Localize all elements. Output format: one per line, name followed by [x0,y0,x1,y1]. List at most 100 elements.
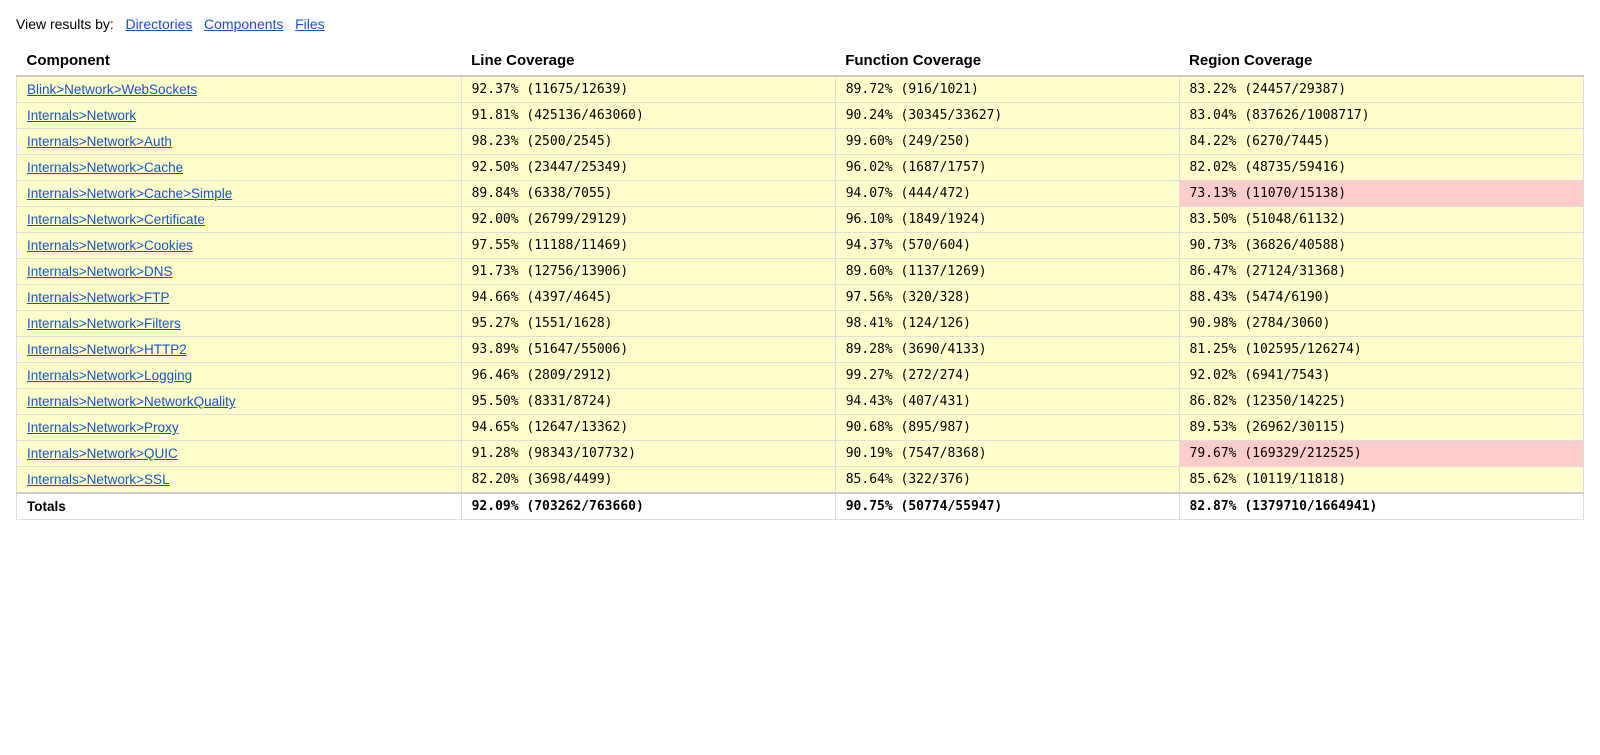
totals-row: Totals92.09% (703262/763660)90.75% (5077… [17,493,1584,520]
cell-region-coverage: 85.62% (10119/11818) [1179,467,1583,494]
cell-region-coverage: 92.02% (6941/7543) [1179,363,1583,389]
component-link[interactable]: Internals>Network>FTP [27,290,170,305]
table-row: Internals>Network>Cookies 97.55% (11188/1… [17,233,1584,259]
table-row: Internals>Network>DNS 91.73% (12756/13906… [17,259,1584,285]
component-link[interactable]: Internals>Network>Logging [27,368,192,383]
table-row: Internals>Network>FTP 94.66% (4397/4645)9… [17,285,1584,311]
cell-function-coverage: 90.68% (895/987) [835,415,1179,441]
cell-line-coverage: 82.20% (3698/4499) [461,467,835,494]
cell-line-coverage: 95.50% (8331/8724) [461,389,835,415]
header-component: Component [17,46,462,76]
cell-component: Internals>Network>Certificate [17,207,462,233]
cell-line-coverage: 91.28% (98343/107732) [461,441,835,467]
cell-line-coverage: 92.50% (23447/25349) [461,155,835,181]
components-link[interactable]: Components [204,16,283,32]
cell-line-coverage: 92.00% (26799/29129) [461,207,835,233]
cell-line-coverage: 96.46% (2809/2912) [461,363,835,389]
cell-function-coverage: 89.72% (916/1021) [835,76,1179,103]
cell-region-coverage: 86.82% (12350/14225) [1179,389,1583,415]
table-row: Internals>Network>Certificate 92.00% (267… [17,207,1584,233]
cell-function-coverage: 90.24% (30345/33627) [835,103,1179,129]
cell-function-coverage: 98.41% (124/126) [835,311,1179,337]
table-row: Internals>Network>Cache>Simple 89.84% (63… [17,181,1584,207]
cell-component: Internals>Network>Proxy [17,415,462,441]
cell-line-coverage: 97.55% (11188/11469) [461,233,835,259]
component-link[interactable]: Internals>Network>HTTP2 [27,342,187,357]
cell-function-coverage: 94.37% (570/604) [835,233,1179,259]
cell-function-coverage: 90.19% (7547/8368) [835,441,1179,467]
cell-component: Internals>Network>QUIC [17,441,462,467]
cell-component: Internals>Network>Cache>Simple [17,181,462,207]
component-link[interactable]: Internals>Network>Cache [27,160,183,175]
header-function-coverage: Function Coverage [835,46,1179,76]
cell-line-coverage: 98.23% (2500/2545) [461,129,835,155]
header-region-coverage: Region Coverage [1179,46,1583,76]
cell-line-coverage: 94.65% (12647/13362) [461,415,835,441]
component-link[interactable]: Internals>Network>Certificate [27,212,205,227]
totals-label: Totals [17,493,462,520]
cell-function-coverage: 89.60% (1137/1269) [835,259,1179,285]
cell-region-coverage: 90.73% (36826/40588) [1179,233,1583,259]
cell-function-coverage: 97.56% (320/328) [835,285,1179,311]
cell-line-coverage: 95.27% (1551/1628) [461,311,835,337]
cell-region-coverage: 81.25% (102595/126274) [1179,337,1583,363]
component-link[interactable]: Internals>Network>Cache>Simple [27,186,232,201]
table-row: Internals>Network>NetworkQuality 95.50% (… [17,389,1584,415]
component-link[interactable]: Internals>Network [27,108,136,123]
cell-region-coverage: 88.43% (5474/6190) [1179,285,1583,311]
totals-region-coverage: 82.87% (1379710/1664941) [1179,493,1583,520]
view-results-label: View results by: [16,16,114,32]
cell-line-coverage: 89.84% (6338/7055) [461,181,835,207]
cell-function-coverage: 96.02% (1687/1757) [835,155,1179,181]
component-link[interactable]: Internals>Network>SSL [27,472,170,487]
directories-link[interactable]: Directories [125,16,192,32]
table-row: Internals>Network>Proxy 94.65% (12647/133… [17,415,1584,441]
component-link[interactable]: Internals>Network>Auth [27,134,172,149]
cell-function-coverage: 96.10% (1849/1924) [835,207,1179,233]
cell-function-coverage: 94.43% (407/431) [835,389,1179,415]
component-link[interactable]: Internals>Network>QUIC [27,446,178,461]
cell-component: Internals>Network>Logging [17,363,462,389]
cell-region-coverage: 86.47% (27124/31368) [1179,259,1583,285]
component-link[interactable]: Internals>Network>Cookies [27,238,193,253]
cell-function-coverage: 85.64% (322/376) [835,467,1179,494]
table-row: Internals>Network>QUIC 91.28% (98343/1077… [17,441,1584,467]
totals-line-coverage: 92.09% (703262/763660) [461,493,835,520]
cell-region-coverage: 84.22% (6270/7445) [1179,129,1583,155]
cell-region-coverage: 83.50% (51048/61132) [1179,207,1583,233]
coverage-table: Component Line Coverage Function Coverag… [16,46,1584,520]
cell-region-coverage: 83.04% (837626/1008717) [1179,103,1583,129]
table-row: Blink>Network>WebSockets92.37% (11675/12… [17,76,1584,103]
cell-function-coverage: 89.28% (3690/4133) [835,337,1179,363]
table-row: Internals>Network>Auth 98.23% (2500/2545)… [17,129,1584,155]
table-row: Internals>Network>SSL82.20% (3698/4499)8… [17,467,1584,494]
cell-component: Internals>Network>DNS [17,259,462,285]
cell-function-coverage: 99.27% (272/274) [835,363,1179,389]
cell-component: Internals>Network>Cookies [17,233,462,259]
cell-line-coverage: 93.89% (51647/55006) [461,337,835,363]
cell-region-coverage: 89.53% (26962/30115) [1179,415,1583,441]
table-row: Internals>Network 91.81% (425136/463060)9… [17,103,1584,129]
component-link[interactable]: Internals>Network>Proxy [27,420,179,435]
cell-region-coverage: 90.98% (2784/3060) [1179,311,1583,337]
view-results-bar: View results by: Directories Components … [16,16,1584,32]
cell-line-coverage: 94.66% (4397/4645) [461,285,835,311]
component-link[interactable]: Internals>Network>NetworkQuality [27,394,236,409]
cell-component: Internals>Network>Filters [17,311,462,337]
cell-component: Internals>Network [17,103,462,129]
cell-component: Internals>Network>NetworkQuality [17,389,462,415]
cell-region-coverage: 83.22% (24457/29387) [1179,76,1583,103]
component-link[interactable]: Blink>Network>WebSockets [27,82,197,97]
component-link[interactable]: Internals>Network>DNS [27,264,173,279]
files-link[interactable]: Files [295,16,325,32]
table-row: Internals>Network>Filters 95.27% (1551/16… [17,311,1584,337]
table-row: Internals>Network>Cache 92.50% (23447/253… [17,155,1584,181]
cell-function-coverage: 94.07% (444/472) [835,181,1179,207]
table-header-row: Component Line Coverage Function Coverag… [17,46,1584,76]
cell-region-coverage: 73.13% (11070/15138) [1179,181,1583,207]
component-link[interactable]: Internals>Network>Filters [27,316,181,331]
totals-function-coverage: 90.75% (50774/55947) [835,493,1179,520]
cell-region-coverage: 79.67% (169329/212525) [1179,441,1583,467]
cell-line-coverage: 91.81% (425136/463060) [461,103,835,129]
cell-line-coverage: 91.73% (12756/13906) [461,259,835,285]
